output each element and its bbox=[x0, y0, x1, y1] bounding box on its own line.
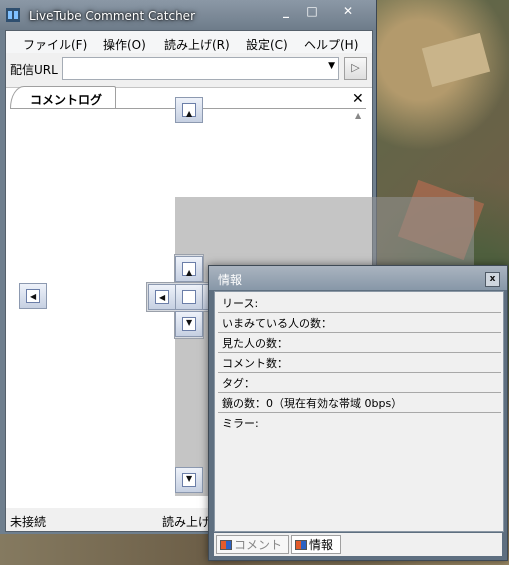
tab-info-label: 情報 bbox=[309, 538, 334, 552]
menu-help[interactable]: ヘルプ(H) bbox=[304, 36, 358, 53]
url-label: 配信URL bbox=[10, 63, 58, 77]
info-panel-close-button[interactable]: x bbox=[485, 272, 500, 287]
connect-play-button[interactable]: ▷ bbox=[344, 57, 367, 80]
play-icon: ▷ bbox=[351, 61, 360, 74]
dock-center-bottom[interactable]: ▼ bbox=[175, 311, 203, 337]
window-title: LiveTube Comment Catcher bbox=[29, 9, 195, 23]
menu-file[interactable]: ファイル(F) bbox=[23, 36, 87, 53]
dock-center-tabbed-window-icon bbox=[182, 290, 196, 304]
menu-readaloud[interactable]: 読み上げ(R) bbox=[164, 36, 230, 53]
menu-settings[interactable]: 設定(C) bbox=[246, 36, 288, 53]
info-row-current-viewers: いまみている人の数： bbox=[218, 314, 501, 333]
window-tab-icon bbox=[295, 540, 307, 550]
arrow-up-icon: ▲ bbox=[186, 109, 193, 118]
info-row-source: リース: bbox=[218, 294, 501, 313]
app-icon bbox=[6, 8, 20, 22]
maximize-button[interactable]: □ bbox=[298, 2, 326, 20]
menu-operation[interactable]: 操作(O) bbox=[103, 36, 146, 53]
dock-center-tabbed[interactable] bbox=[175, 284, 203, 310]
tab-comment-log-label: コメントログ bbox=[30, 93, 103, 107]
arrow-up-icon: ▲ bbox=[186, 268, 193, 277]
arrow-left-icon: ◀ bbox=[30, 292, 37, 301]
info-floating-panel: 情報 x リース: いまみている人の数： 見た人の数： コメント数： タグ： 鏡… bbox=[208, 265, 508, 561]
tab-comment-log[interactable]: コメントログ bbox=[10, 86, 116, 109]
menu-bar: ファイル(F) 操作(O) 読み上げ(R) 設定(C) ヘルプ(H) bbox=[6, 31, 372, 53]
info-row-comment-count: コメント数： bbox=[218, 354, 501, 373]
desktop-wallpaper-bottom bbox=[0, 534, 210, 565]
title-bar[interactable]: LiveTube Comment Catcher _ □ ✕ bbox=[0, 0, 376, 30]
dock-guide-left[interactable]: ◀ bbox=[19, 283, 47, 309]
connection-status: 未接続 bbox=[10, 515, 47, 529]
info-panel-body: リース: いまみている人の数： 見た人の数： コメント数： タグ： 鏡の数：0（… bbox=[214, 291, 504, 532]
info-panel-title: 情報 bbox=[218, 273, 243, 287]
tab-close-button[interactable]: ✕ bbox=[352, 91, 366, 107]
arrow-down-icon: ▼ bbox=[186, 474, 193, 483]
tab-comment[interactable]: コメント bbox=[216, 535, 289, 554]
window-tab-icon bbox=[220, 540, 232, 550]
dock-center-left[interactable]: ◀ bbox=[148, 284, 176, 310]
tab-info[interactable]: 情報 bbox=[291, 535, 341, 554]
dock-guide-top[interactable]: ▲ bbox=[175, 97, 203, 123]
url-combobox[interactable]: ▼ bbox=[62, 57, 339, 80]
readaloud-status: 読み上げ bbox=[162, 515, 211, 529]
info-panel-tab-strip: コメント 情報 bbox=[214, 533, 502, 556]
chevron-down-icon[interactable]: ▼ bbox=[328, 61, 335, 71]
scroll-up-arrow-icon[interactable]: ▲ bbox=[355, 111, 361, 120]
minimize-button[interactable]: _ bbox=[272, 2, 300, 20]
arrow-down-icon: ▼ bbox=[186, 318, 193, 327]
tab-comment-label: コメント bbox=[234, 538, 283, 552]
info-panel-title-bar[interactable]: 情報 x bbox=[209, 266, 507, 290]
dock-guide-bottom[interactable]: ▼ bbox=[175, 467, 203, 493]
close-button[interactable]: ✕ bbox=[334, 2, 362, 20]
arrow-left-icon: ◀ bbox=[159, 293, 166, 302]
info-row-mirror-count: 鏡の数：0（現在有効な帯域 0bps） bbox=[218, 394, 501, 413]
dock-center-top[interactable]: ▲ bbox=[175, 256, 203, 282]
info-row-tags: タグ： bbox=[218, 374, 501, 393]
info-row-mirror: ミラー: bbox=[222, 417, 259, 430]
url-row: 配信URL ▼ ▷ bbox=[6, 55, 372, 81]
info-row-total-viewers: 見た人の数： bbox=[218, 334, 501, 353]
